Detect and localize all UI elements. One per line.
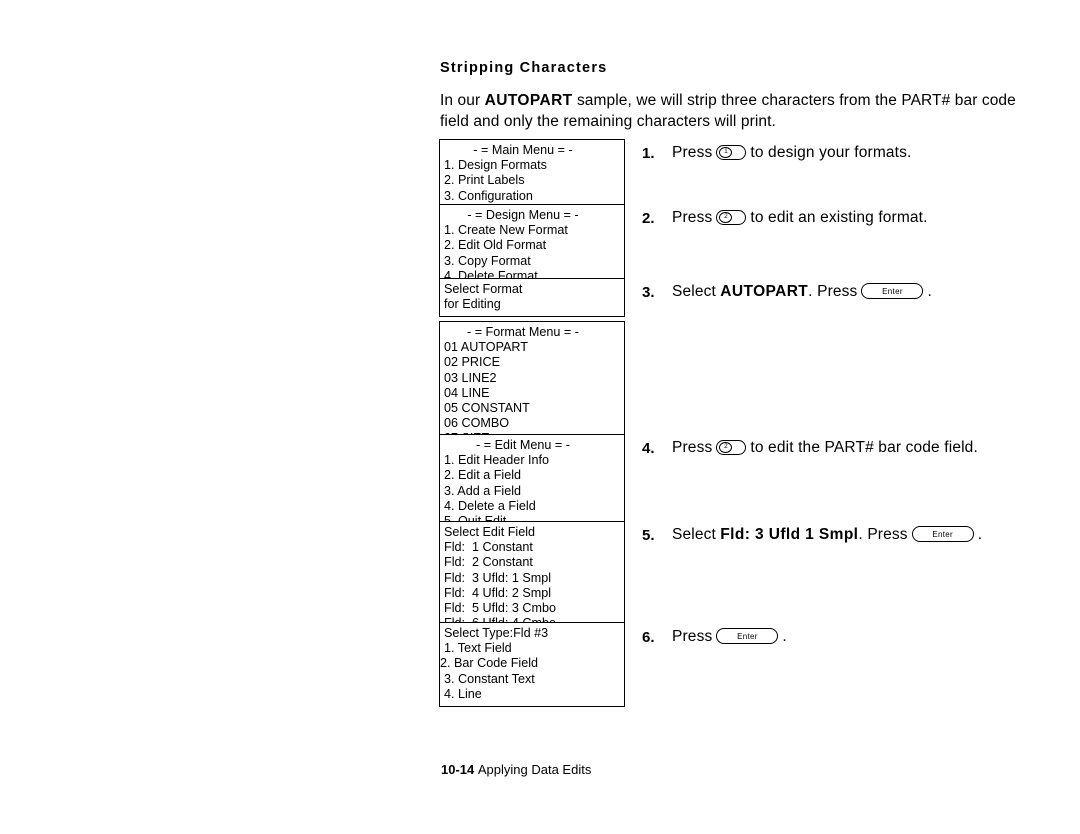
intro-text-bold: AUTOPART [484, 92, 573, 109]
lcd-row: 05 CONSTANT [444, 401, 530, 416]
lcd-title: - = Design Menu = - [467, 208, 579, 222]
key-label: Enter [737, 631, 758, 641]
footer-page-number: 10-14 [441, 762, 475, 777]
key-enter-icon[interactable]: Enter [861, 283, 924, 299]
lcd-row: Select Format [444, 282, 523, 296]
lcd-row: Fld: 3 Ufld: 1 Smpl [444, 570, 552, 585]
lcd-title: - = Main Menu = - [473, 143, 573, 157]
lcd-row: 1. Create New Format [444, 223, 568, 238]
step-2: 2. Press 2 to edit an existing format. [642, 209, 928, 227]
lcd-row-highlight-text: 2. Bar Code Field [440, 656, 539, 671]
key-label: Enter [932, 529, 954, 539]
step-4: 4. Press 2 to edit the PART# bar code fi… [642, 439, 978, 457]
step-number: 1. [642, 144, 655, 162]
step-text-pre: Press [672, 144, 713, 161]
step-number: 4. [642, 439, 655, 457]
footer-text: Applying Data Edits [477, 762, 592, 777]
lcd-screen-select-edit-field: Select Edit Field Fld: 1 Constant Fld: 2… [439, 521, 625, 637]
lcd-screen-design-menu: - = Design Menu = - 1. Create New Format… [439, 204, 625, 290]
step-1: 1. Press 1 to design your formats. [642, 144, 911, 162]
page-footer: 10-14 Applying Data Edits [441, 762, 591, 777]
lcd-row: Fld: 5 Ufld: 3 Cmbo [444, 601, 556, 616]
lcd-row: 2. Print Labels [444, 173, 525, 188]
lcd-row: Select Edit Field [444, 525, 535, 539]
key-2-icon[interactable]: 2 [716, 209, 747, 225]
lcd-row: 1. Design Formats [444, 158, 547, 173]
lcd-row: 3. Constant Text [444, 671, 535, 686]
step-text-mid: . Press [808, 283, 858, 300]
page-title: Stripping Characters [440, 60, 608, 76]
key-label: 2 [719, 441, 733, 453]
key-enter-icon[interactable]: Enter [911, 526, 974, 542]
lcd-row: Select Type:Fld #3 [444, 626, 549, 640]
key-label: 2 [719, 211, 733, 223]
lcd-row: for Editing [444, 297, 501, 312]
step-number: 5. [642, 526, 655, 544]
lcd-row: 02 PRICE [444, 355, 500, 370]
lcd-screen-select-type: Select Type:Fld #3 1. Text Field 2. Bar … [439, 622, 625, 708]
step-text-trailing: . [927, 283, 932, 300]
step-text-bold: AUTOPART [720, 283, 809, 300]
lcd-screen-format-menu: - = Format Menu = - 01 AUTOPART 02 PRICE… [439, 321, 625, 452]
lcd-screen-select-format: Select Format for Editing [439, 278, 625, 318]
step-3: 3. Select AUTOPART . Press Enter . [642, 283, 932, 301]
step-text-pre: Press [672, 628, 713, 645]
lcd-row-highlighted: 2. Bar Code Field [440, 656, 624, 671]
lcd-row: 3. Add a Field [444, 483, 522, 498]
step-text-post: to edit the PART# bar code field. [750, 439, 978, 456]
step-text-bold: Fld: 3 Ufld 1 Smpl [720, 526, 859, 543]
step-text-pre: Press [672, 439, 713, 456]
intro-paragraph: In our AUTOPART sample, we will strip th… [440, 90, 1040, 132]
lcd-row: 1. Edit Header Info [444, 453, 550, 468]
step-text-post: to edit an existing format. [750, 209, 928, 226]
step-5: 5. Select Fld: 3 Ufld 1 Smpl . Press Ent… [642, 526, 982, 544]
intro-text-pre: In our [440, 92, 485, 109]
step-text-trailing: . [782, 628, 787, 645]
lcd-row: 3. Configuration [444, 188, 533, 203]
lcd-row: 04 LINE [444, 385, 490, 400]
step-text-post: to design your formats. [750, 144, 912, 161]
lcd-title: - = Edit Menu = - [476, 438, 570, 452]
lcd-title: - = Format Menu = - [467, 325, 579, 339]
step-6: 6. Press Enter . [642, 628, 787, 646]
key-1-icon[interactable]: 1 [716, 144, 747, 160]
step-number: 3. [642, 283, 655, 301]
step-text-pre: Press [672, 209, 713, 226]
lcd-row: 1. Text Field [444, 641, 512, 656]
key-label: Enter [882, 286, 903, 296]
lcd-row: 2. Edit Old Format [444, 238, 547, 253]
step-text-pre: Select [672, 283, 716, 300]
lcd-screen-main-menu: - = Main Menu = - 1. Design Formats 2. P… [439, 139, 625, 209]
lcd-row: 2. Edit a Field [444, 468, 522, 483]
document-page: Stripping Characters In our AUTOPART sam… [0, 0, 1080, 834]
lcd-row: 4. Line [444, 686, 482, 701]
lcd-row: 06 COMBO [444, 416, 510, 431]
key-2-icon[interactable]: 2 [716, 439, 747, 455]
lcd-row: Fld: 4 Ufld: 2 Smpl [444, 585, 552, 600]
step-number: 2. [642, 209, 655, 227]
key-enter-icon[interactable]: Enter [716, 628, 779, 644]
lcd-row: 4. Delete a Field [444, 498, 536, 513]
lcd-row: 3. Copy Format [444, 253, 531, 268]
lcd-row: 03 LINE2 [444, 370, 497, 385]
key-label: 1 [719, 146, 733, 158]
step-number: 6. [642, 628, 655, 646]
lcd-row: 01 AUTOPART [444, 340, 528, 355]
step-text-pre: Select [672, 526, 716, 543]
lcd-row: Fld: 1 Constant [444, 540, 533, 555]
step-text-mid: . Press [858, 526, 908, 543]
step-text-trailing: . [977, 526, 983, 543]
lcd-screen-edit-menu: - = Edit Menu = - 1. Edit Header Info 2.… [439, 434, 625, 535]
lcd-row: Fld: 2 Constant [444, 555, 533, 570]
